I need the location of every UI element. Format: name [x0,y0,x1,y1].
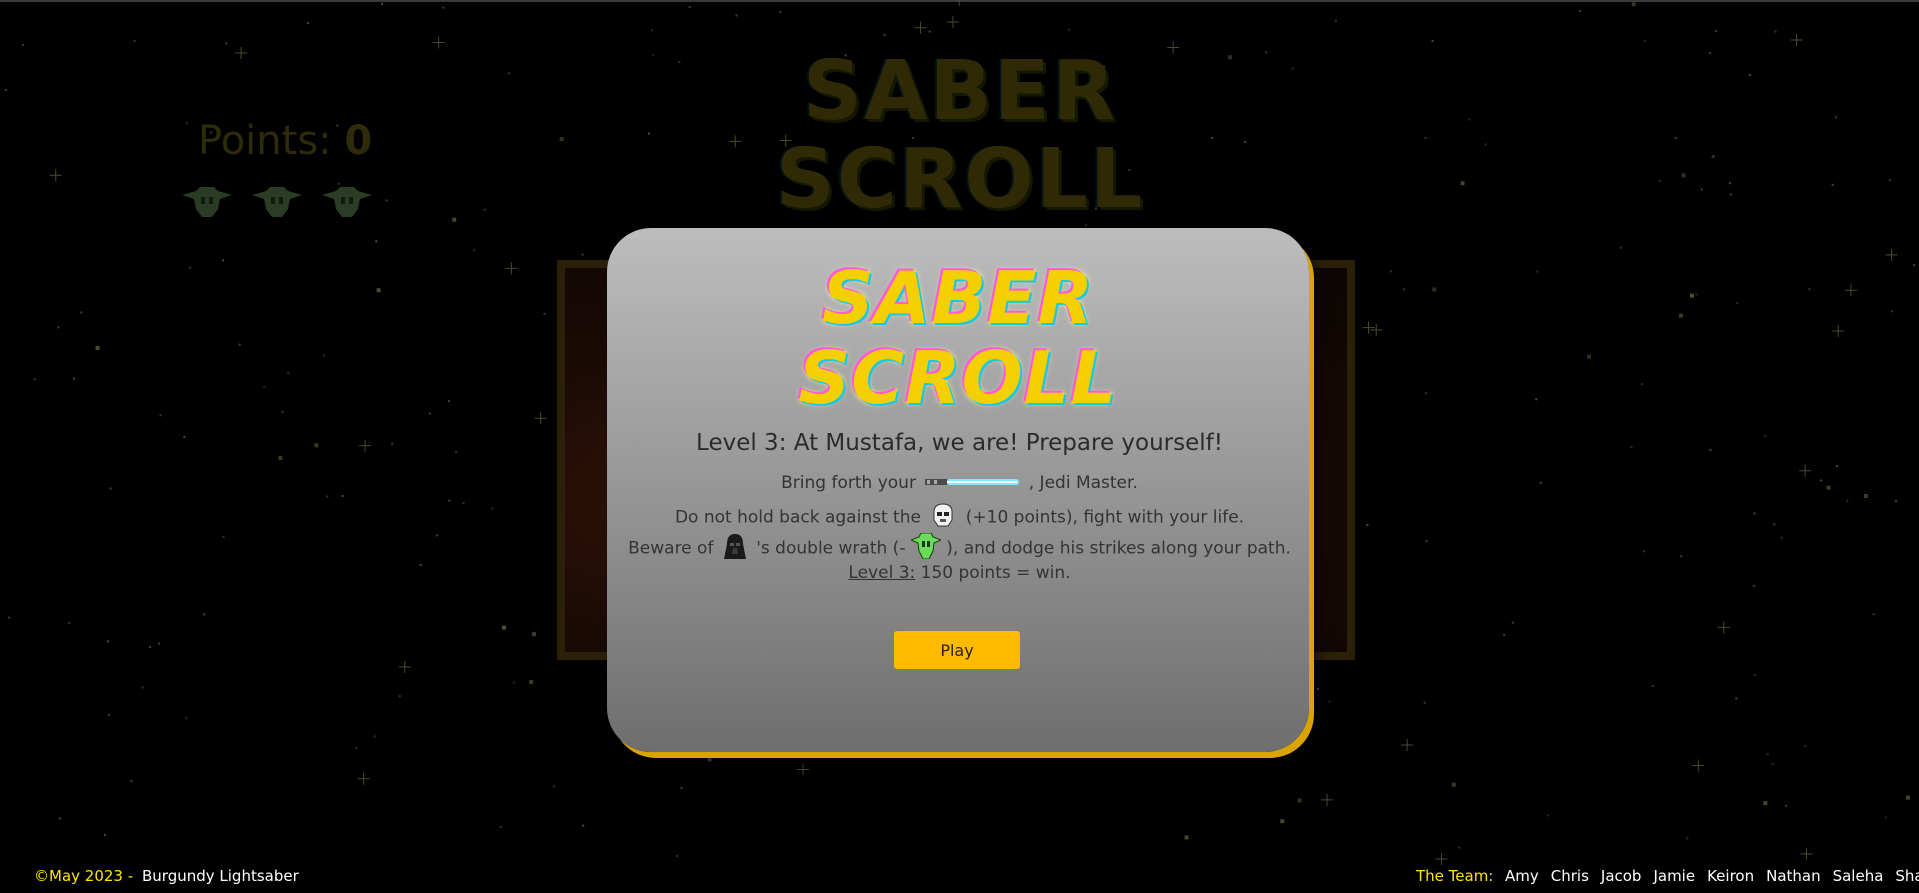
yoda-life-icon [322,187,372,217]
copyright-text: ©May 2023 - [34,867,134,885]
team-member: Nathan [1766,867,1821,885]
brand-name: Burgundy Lightsaber [142,867,299,885]
yoda-life-icon [252,187,302,217]
play-button[interactable]: Play [894,631,1020,669]
saber-scroll-logo: SABER SCROLL [798,256,1118,420]
yoda-life-icon [182,187,232,217]
team-label: The Team: [1416,867,1494,885]
team-member: Amy [1505,867,1539,885]
instruction-line-3: Beware of 's double wrath (- ), and dodg… [0,532,1919,565]
team-member: Jamie [1653,867,1696,885]
stormtrooper-icon [930,502,956,533]
team-list: Amy Chris Jacob Jamie Keiron Nathan Sale… [1505,867,1919,885]
instruction-line-1: Bring forth your , Jedi Master. [781,473,1138,493]
footer: ©May 2023 - Burgundy Lightsaber The Team… [0,867,1919,889]
points-display: Points: 0 [198,118,372,164]
instruction-line-2: Do not hold back against the (+10 points… [0,502,1919,533]
team-member: Chris [1550,867,1589,885]
team-member: Saleha [1832,867,1884,885]
points-value: 0 [344,118,373,164]
team-member: Jacob [1600,867,1642,885]
team-member: Keiron [1707,867,1755,885]
background-title: SABER SCROLL [775,44,1145,227]
lightsaber-icon [925,473,1020,493]
instruction-line-4: Level 3: 150 points = win. [848,563,1071,583]
lives-indicator [182,187,372,217]
yoda-life-icon [909,532,943,564]
team-member: Shaun [1895,867,1919,885]
darth-vader-icon [723,532,747,565]
level-title: Level 3: At Mustafa, we are! Prepare you… [696,430,1223,456]
points-label: Points: [198,118,332,164]
level-label: Level 3: [848,563,916,583]
